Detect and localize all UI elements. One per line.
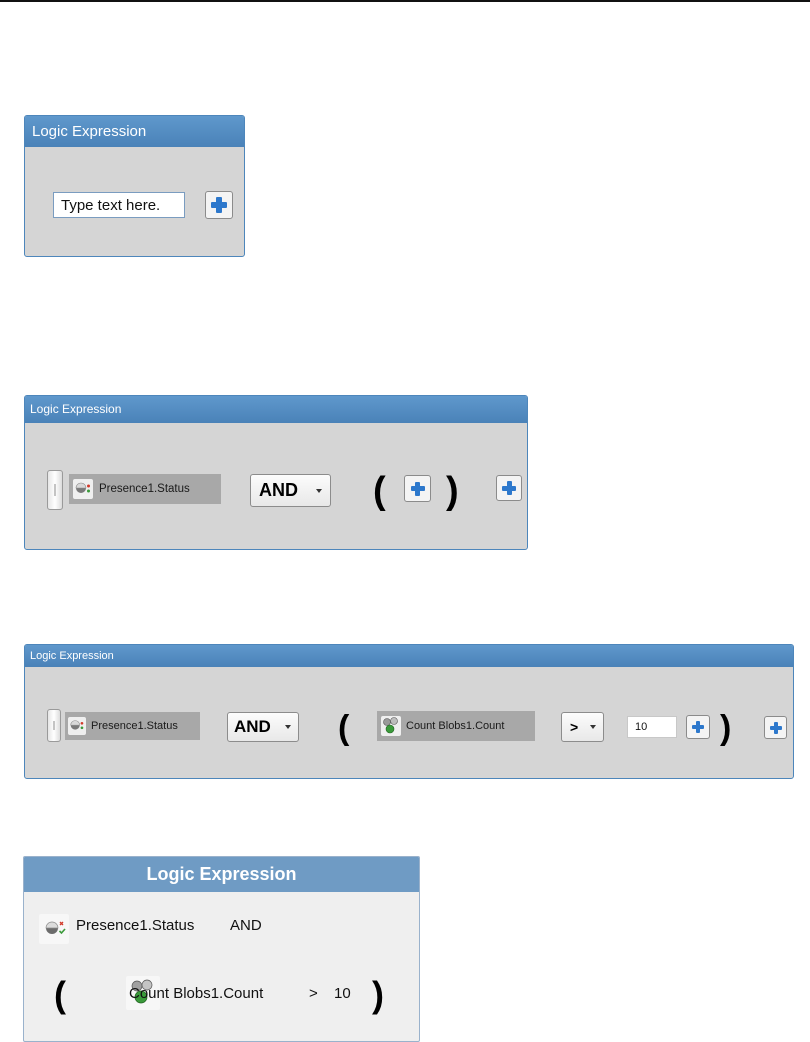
panel-title: Logic Expression xyxy=(25,645,793,667)
presence-sensor-icon xyxy=(73,479,93,499)
expression-term-token[interactable]: Count Blobs1.Count xyxy=(377,711,535,741)
drag-handle[interactable] xyxy=(47,470,63,510)
add-term-button[interactable] xyxy=(764,716,787,739)
add-nested-term-button[interactable] xyxy=(686,715,710,739)
open-paren: ( xyxy=(54,974,66,1015)
top-rule xyxy=(0,0,810,2)
panel-title: Logic Expression xyxy=(24,857,419,892)
logic-expression-panel-readonly: Logic Expression Presence1.Status AND ( … xyxy=(23,856,420,1042)
close-paren: ) xyxy=(446,470,459,512)
count-blobs-icon xyxy=(381,716,401,736)
logic-expression-panel-full: Logic Expression Presence1.Status AND ( … xyxy=(24,644,794,779)
term-label: Presence1.Status xyxy=(99,483,190,495)
term-label: Presence1.Status xyxy=(91,720,178,732)
add-term-button[interactable] xyxy=(496,475,522,501)
add-term-button[interactable] xyxy=(205,191,233,219)
term-label: Count Blobs1.Count xyxy=(406,720,505,732)
chevron-down-icon xyxy=(590,725,596,729)
logic-expression-panel-one-term: Logic Expression Presence1.Status AND ( … xyxy=(24,395,528,550)
open-paren: ( xyxy=(338,709,350,747)
term-label: Presence1.Status xyxy=(76,917,195,934)
close-paren: ) xyxy=(372,974,384,1015)
chevron-down-icon xyxy=(285,725,291,729)
panel-title: Logic Expression xyxy=(25,396,527,423)
operator-dropdown[interactable]: AND xyxy=(227,712,299,742)
operator-value: AND xyxy=(234,717,271,736)
expression-term-token[interactable]: Presence1.Status xyxy=(69,474,221,504)
comparison-value-input[interactable]: 10 xyxy=(627,716,677,738)
chevron-down-icon xyxy=(316,488,322,493)
comparison-dropdown[interactable]: > xyxy=(561,712,604,742)
plus-icon xyxy=(410,481,425,496)
comparison-label: > xyxy=(309,985,318,1002)
plus-icon xyxy=(769,721,782,734)
plus-icon xyxy=(211,197,227,213)
plus-icon xyxy=(502,481,516,495)
panel-title: Logic Expression xyxy=(25,116,244,147)
drag-handle[interactable] xyxy=(47,709,61,742)
operator-dropdown[interactable]: AND xyxy=(250,474,331,507)
add-nested-term-button[interactable] xyxy=(404,475,431,502)
presence-sensor-icon xyxy=(68,717,86,735)
operator-value: AND xyxy=(259,480,298,500)
plus-icon xyxy=(692,721,704,733)
close-paren: ) xyxy=(720,709,732,747)
term-label: Count Blobs1.Count xyxy=(129,985,264,1002)
operator-label: AND xyxy=(230,917,262,934)
value-label: 10 xyxy=(334,985,351,1002)
logic-expression-panel-empty: Logic Expression xyxy=(24,115,245,257)
expression-text-input[interactable] xyxy=(53,192,185,218)
open-paren: ( xyxy=(373,470,386,512)
expression-term-token[interactable]: Presence1.Status xyxy=(65,712,200,740)
presence-sensor-icon xyxy=(39,914,69,944)
comparison-value: > xyxy=(570,719,579,735)
